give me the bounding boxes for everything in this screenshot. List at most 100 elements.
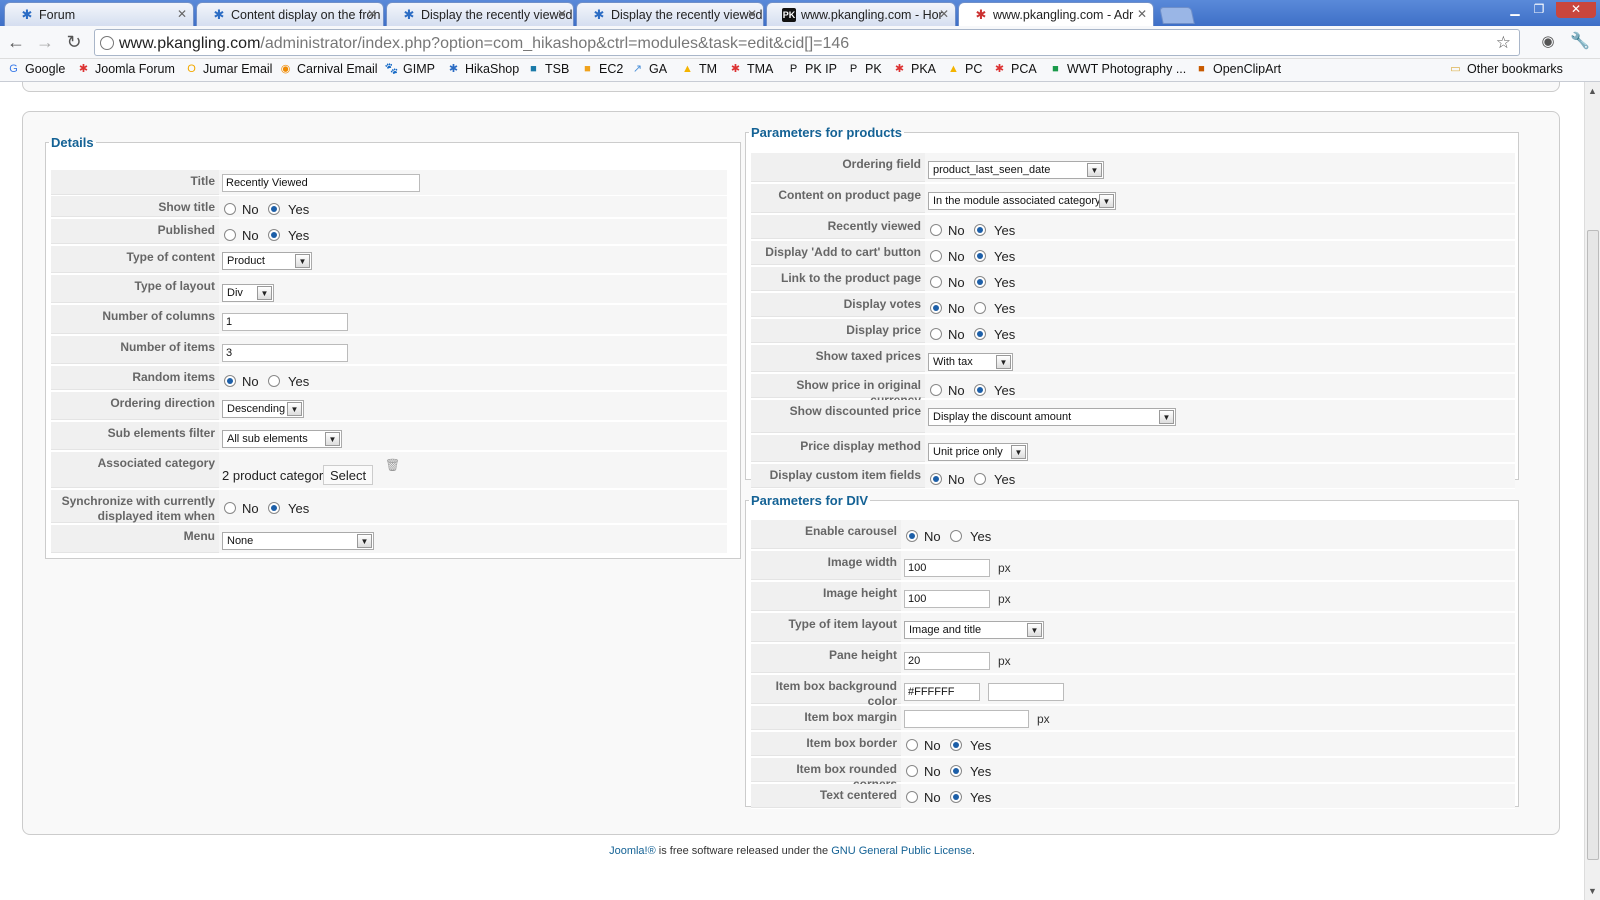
display-price-yes-radio[interactable]: [974, 328, 986, 340]
back-icon[interactable]: ←: [6, 32, 26, 52]
published-no-radio[interactable]: [224, 229, 236, 241]
image-height-input[interactable]: [904, 590, 990, 608]
bookmark-item[interactable]: ✱ PCA: [992, 62, 1037, 76]
random-items-yes-radio[interactable]: [268, 375, 280, 387]
bookmark-item[interactable]: ◉ Carnival Email: [278, 62, 378, 76]
bookmark-item[interactable]: G Google: [6, 62, 65, 76]
scroll-down-icon[interactable]: ▼: [1588, 886, 1597, 896]
reload-icon[interactable]: ↻: [64, 32, 84, 52]
item-box-rounded-yes-radio[interactable]: [950, 765, 962, 777]
maximize-icon[interactable]: ❐: [1528, 2, 1550, 18]
bookmark-item[interactable]: ■ TSB: [526, 62, 569, 76]
add-to-cart-no-radio[interactable]: [930, 250, 942, 262]
type-of-content-select[interactable]: Product ▼: [222, 252, 312, 270]
link-to-product-yes-radio[interactable]: [974, 276, 986, 288]
tab-pkangling-home[interactable]: PK www.pkangling.com - Hor ✕: [766, 2, 956, 26]
show-title-no-radio[interactable]: [224, 203, 236, 215]
display-votes-yes-radio[interactable]: [974, 302, 986, 314]
text-centered-no-radio[interactable]: [906, 791, 918, 803]
recently-viewed-no-radio[interactable]: [930, 224, 942, 236]
scroll-up-icon[interactable]: ▲: [1588, 86, 1597, 96]
show-taxed-prices-select[interactable]: With tax ▼: [928, 353, 1013, 371]
close-icon[interactable]: ✕: [367, 7, 377, 21]
title-input[interactable]: [222, 174, 420, 192]
original-currency-yes-radio[interactable]: [974, 384, 986, 396]
gpl-link[interactable]: GNU General Public License: [831, 845, 972, 857]
wrench-icon[interactable]: 🔧: [1570, 32, 1590, 52]
item-box-border-yes-radio[interactable]: [950, 739, 962, 751]
address-bar[interactable]: www.pkangling.com/administrator/index.ph…: [94, 29, 1520, 56]
close-icon[interactable]: ✕: [747, 7, 757, 21]
link-to-product-no-radio[interactable]: [930, 276, 942, 288]
price-display-method-select[interactable]: Unit price only ▼: [928, 443, 1028, 461]
enable-carousel-no-radio[interactable]: [906, 530, 918, 542]
bookmark-item[interactable]: ■ OpenClipArt: [1194, 62, 1281, 76]
item-box-margin-input[interactable]: [904, 710, 1029, 728]
ordering-field-select[interactable]: product_last_seen_date ▼: [928, 161, 1104, 179]
content-on-product-page-select[interactable]: In the module associated category ▼: [928, 192, 1116, 210]
trash-icon[interactable]: 🗑: [385, 458, 400, 472]
bookmark-item[interactable]: ▲ TM: [680, 62, 717, 76]
bookmark-item[interactable]: ✱ Joomla Forum: [76, 62, 175, 76]
display-votes-no-radio[interactable]: [930, 302, 942, 314]
number-of-columns-input[interactable]: [222, 313, 348, 331]
image-width-input[interactable]: [904, 559, 990, 577]
tab-recently-viewed-1[interactable]: ✱ Display the recently viewed ✕: [386, 2, 574, 26]
display-price-no-radio[interactable]: [930, 328, 942, 340]
tab-forum[interactable]: ✱ Forum ✕: [4, 2, 194, 26]
bookmark-item[interactable]: O Jumar Email: [184, 62, 272, 76]
add-to-cart-yes-radio[interactable]: [974, 250, 986, 262]
tab-pkangling-admin[interactable]: ✱ www.pkangling.com - Adr ✕: [958, 2, 1154, 26]
eye-extension-icon[interactable]: ◉: [1538, 32, 1558, 52]
custom-item-fields-yes-radio[interactable]: [974, 473, 986, 485]
enable-carousel-yes-radio[interactable]: [950, 530, 962, 542]
bookmark-star-icon[interactable]: ☆: [1496, 33, 1511, 53]
close-icon[interactable]: ✕: [1137, 7, 1147, 21]
new-tab-button[interactable]: [1159, 7, 1195, 24]
number-of-items-input[interactable]: [222, 344, 348, 362]
bookmark-item[interactable]: ■ WWT Photography ...: [1048, 62, 1186, 76]
menu-select[interactable]: None ▼: [222, 532, 374, 550]
other-bookmarks[interactable]: ▭ Other bookmarks: [1448, 62, 1563, 76]
custom-item-fields-no-radio[interactable]: [930, 473, 942, 485]
close-icon[interactable]: ✕: [557, 7, 567, 21]
vertical-scrollbar[interactable]: ▲ ▼: [1584, 82, 1600, 900]
bookmark-item[interactable]: 🐾 GIMP: [384, 62, 435, 76]
close-window-icon[interactable]: ✕: [1556, 2, 1596, 18]
item-layout-select[interactable]: Image and title ▼: [904, 621, 1044, 639]
joomla-link[interactable]: Joomla!®: [609, 845, 656, 857]
bookmark-item[interactable]: ■ EC2: [580, 62, 623, 76]
bookmark-item[interactable]: ✱ TMA: [728, 62, 774, 76]
bookmark-item[interactable]: P PK: [846, 62, 882, 76]
original-currency-no-radio[interactable]: [930, 384, 942, 396]
close-icon[interactable]: ✕: [177, 7, 187, 21]
scrollbar-thumb[interactable]: [1587, 230, 1599, 860]
forward-icon[interactable]: →: [35, 32, 55, 52]
text-centered-yes-radio[interactable]: [950, 791, 962, 803]
recently-viewed-yes-radio[interactable]: [974, 224, 986, 236]
bookmark-item[interactable]: ✱ PKA: [892, 62, 936, 76]
tab-content-display[interactable]: ✱ Content display on the fron ✕: [196, 2, 384, 26]
bookmark-item[interactable]: ✱ HikaShop: [446, 62, 519, 76]
bookmark-item[interactable]: ↗ GA: [630, 62, 667, 76]
bookmark-item[interactable]: ▲ PC: [946, 62, 982, 76]
published-yes-radio[interactable]: [268, 229, 280, 241]
show-title-yes-radio[interactable]: [268, 203, 280, 215]
item-box-bg-color-picker[interactable]: [988, 683, 1064, 701]
bookmark-item[interactable]: P PK IP: [786, 62, 837, 76]
ordering-direction-select[interactable]: Descending ▼: [222, 400, 304, 418]
type-of-layout-select[interactable]: Div ▼: [222, 284, 274, 302]
minimize-icon[interactable]: ▁: [1504, 2, 1526, 18]
sub-elements-filter-select[interactable]: All sub elements ▼: [222, 430, 342, 448]
item-box-bg-color-input[interactable]: [904, 683, 980, 701]
random-items-no-radio[interactable]: [224, 375, 236, 387]
item-box-rounded-no-radio[interactable]: [906, 765, 918, 777]
pane-height-input[interactable]: [904, 652, 990, 670]
tab-recently-viewed-2[interactable]: ✱ Display the recently viewed ✕: [576, 2, 764, 26]
synchronize-yes-radio[interactable]: [268, 502, 280, 514]
item-box-border-no-radio[interactable]: [906, 739, 918, 751]
close-icon[interactable]: ✕: [939, 7, 949, 21]
discounted-price-select[interactable]: Display the discount amount ▼: [928, 408, 1176, 426]
select-category-button[interactable]: Select: [323, 465, 374, 485]
synchronize-no-radio[interactable]: [224, 502, 236, 514]
